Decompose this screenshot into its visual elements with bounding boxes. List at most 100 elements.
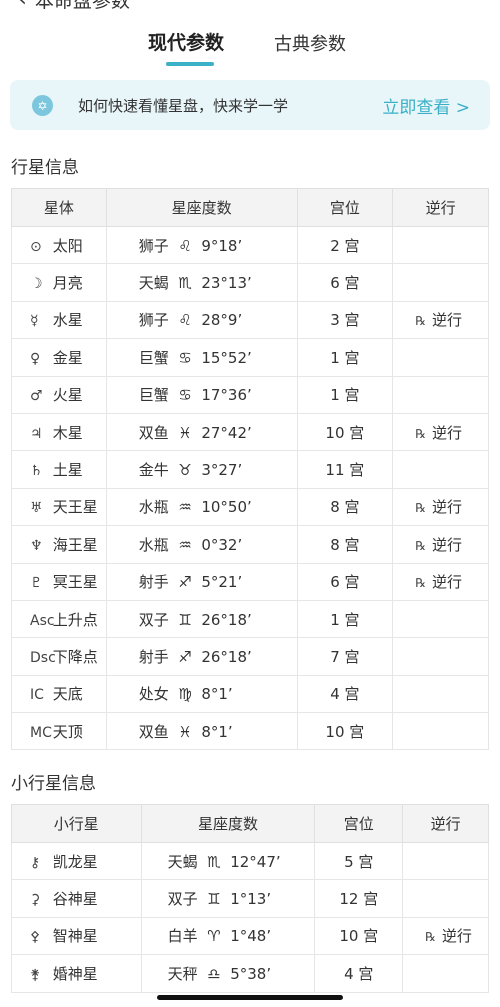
body-name: 谷神星: [52, 890, 98, 909]
house-cell: 8 宫: [296, 487, 394, 527]
retrograde-cell: [392, 712, 489, 751]
body-name: 月亮: [52, 274, 83, 293]
zodiac-sign-icon: ♋: [178, 348, 192, 367]
table-row: ⊙ 太阳 狮子 ♌ 9°18’ 2 宫: [11, 225, 489, 265]
retrograde-label: 逆行: [431, 498, 462, 517]
retrograde-cell: [392, 375, 489, 414]
chevron-left-icon[interactable]: ‹: [18, 0, 27, 12]
sign-name: 双子: [167, 890, 198, 909]
sign-name: 巨蟹: [138, 348, 169, 367]
retrograde-label: 逆行: [431, 423, 462, 442]
body-symbol-icon: ♀: [30, 350, 41, 367]
body-name: 天底: [52, 685, 83, 704]
table-row: ⚴ 智神星 白羊 ♈ 1°48’ 10 宫 ℞ 逆行: [11, 916, 489, 956]
body-symbol-icon: ⚳: [30, 892, 41, 909]
col-header-asteroid: 小行星: [11, 804, 142, 843]
degree-value: 5°38’: [230, 964, 272, 983]
sign-name: 天蝎: [167, 852, 198, 871]
star-of-david-icon: ✡: [32, 95, 53, 116]
sign-name: 水瓶: [138, 498, 169, 517]
house-cell: 1 宫: [296, 338, 394, 377]
table-row: ⚷ 凯龙星 天蝎 ♏ 12°47’ 5 宫: [11, 841, 489, 881]
tutorial-banner[interactable]: ✡ 如何快速看懂星盘，快来学一学 立即查看 >: [10, 80, 490, 130]
sign-name: 双鱼: [138, 722, 169, 741]
zodiac-sign-icon: ♏: [207, 852, 221, 871]
retrograde-label: 逆行: [441, 927, 472, 946]
table-row: ♇ 冥王星 射手 ♐ 5°21’ 6 宫 ℞ 逆行: [11, 562, 489, 601]
body-name: 智神星: [52, 927, 98, 946]
table-row: MC 天顶 双鱼 ♓ 8°1’ 10 宫: [11, 712, 489, 751]
table-row: ⚵ 婚神星 天秤 ♎ 5°38’ 4 宫: [11, 954, 489, 993]
retrograde-cell: [392, 637, 489, 676]
degree-value: 26°18’: [201, 610, 252, 629]
table-header-row: 星体 星座度数 宫位 逆行: [11, 188, 489, 227]
table-row: ♂ 火星 巨蟹 ♋ 17°36’ 1 宫: [11, 375, 489, 414]
table-row: IC 天底 处女 ♍ 8°1’ 4 宫: [11, 674, 489, 714]
house-cell: 8 宫: [296, 525, 394, 564]
sign-name: 双鱼: [138, 423, 169, 442]
degree-value: 26°18’: [201, 647, 252, 666]
zodiac-sign-icon: ♓: [178, 423, 192, 442]
zodiac-sign-icon: ♉: [178, 461, 192, 480]
body-symbol-icon: ♂: [30, 388, 43, 405]
degree-value: 15°52’: [201, 348, 252, 367]
body-name: 太阳: [52, 236, 83, 255]
degree-value: 1°48’: [230, 927, 272, 946]
body-cell: ♃ 木星: [11, 412, 107, 452]
sign-degree-cell: 天蝎 ♏ 23°13’: [105, 263, 298, 302]
retrograde-label: 逆行: [431, 311, 462, 330]
home-indicator[interactable]: [157, 995, 343, 1000]
col-header-retrograde: 逆行: [392, 188, 489, 227]
sign-name: 射手: [138, 573, 169, 592]
body-name: 海王星: [52, 535, 98, 554]
sign-degree-cell: 天秤 ♎ 5°38’: [140, 954, 316, 993]
sign-degree-cell: 巨蟹 ♋ 17°36’: [105, 375, 298, 414]
degree-value: 5°21’: [201, 573, 243, 592]
body-symbol-icon: MC: [30, 724, 52, 741]
zodiac-sign-icon: ♊: [207, 890, 221, 909]
zodiac-sign-icon: ♋: [178, 386, 192, 405]
sign-degree-cell: 射手 ♐ 5°21’: [105, 562, 298, 601]
planet-table: 星体 星座度数 宫位 逆行 ⊙ 太阳 狮子 ♌ 9°18’ 2 宫 ☽ 月亮 天蝎 ♏ …: [11, 188, 489, 751]
degree-value: 28°9’: [201, 311, 243, 330]
table-row: ♃ 木星 双鱼 ♓ 27°42’ 10 宫 ℞ 逆行: [11, 412, 489, 452]
sign-name: 处女: [138, 685, 169, 704]
house-cell: 10 宫: [314, 916, 404, 956]
body-name: 天王星: [52, 498, 98, 517]
tab-classic[interactable]: 古典参数: [274, 30, 346, 56]
view-now-link[interactable]: 立即查看 >: [382, 93, 470, 118]
retrograde-cell: [392, 225, 489, 265]
body-name: 凯龙星: [52, 852, 98, 871]
body-name: 水星: [52, 311, 83, 330]
sign-degree-cell: 水瓶 ♒ 10°50’: [105, 487, 298, 527]
house-cell: 2 宫: [296, 225, 394, 265]
house-cell: 4 宫: [314, 954, 404, 993]
sign-degree-cell: 双子 ♊ 26°18’: [105, 599, 298, 639]
body-symbol-icon: ♅: [30, 500, 43, 517]
body-cell: ⚴ 智神星: [11, 916, 142, 956]
retrograde-cell: ℞ 逆行: [392, 412, 489, 452]
zodiac-sign-icon: ♐: [178, 647, 192, 666]
col-header-house: 宫位: [296, 188, 394, 227]
sign-degree-cell: 双鱼 ♓ 27°42’: [105, 412, 298, 452]
body-cell: ♀ 金星: [11, 338, 107, 377]
body-cell: IC 天底: [11, 674, 107, 714]
sign-degree-cell: 射手 ♐ 26°18’: [105, 637, 298, 676]
body-symbol-icon: ♄: [30, 463, 43, 480]
body-cell: ⚳ 谷神星: [11, 879, 142, 918]
degree-value: 0°32’: [201, 535, 243, 554]
tab-modern[interactable]: 现代参数: [148, 28, 224, 55]
retrograde-cell: [402, 841, 489, 881]
sign-name: 水瓶: [138, 535, 169, 554]
retrograde-cell: [402, 879, 489, 918]
body-symbol-icon: ⚵: [30, 966, 41, 983]
zodiac-sign-icon: ♏: [178, 274, 192, 293]
body-name: 火星: [52, 386, 83, 405]
banner-text: 如何快速看懂星盘，快来学一学: [78, 97, 289, 115]
retrograde-cell: [392, 674, 489, 714]
table-row: ☽ 月亮 天蝎 ♏ 23°13’ 6 宫: [11, 263, 489, 302]
body-name: 上升点: [52, 610, 98, 629]
house-cell: 4 宫: [296, 674, 394, 714]
asteroid-table: 小行星 星座度数 宫位 逆行 ⚷ 凯龙星 天蝎 ♏ 12°47’ 5 宫 ⚳ 谷神星双…: [11, 804, 489, 993]
sign-degree-cell: 狮子 ♌ 28°9’: [105, 300, 298, 340]
